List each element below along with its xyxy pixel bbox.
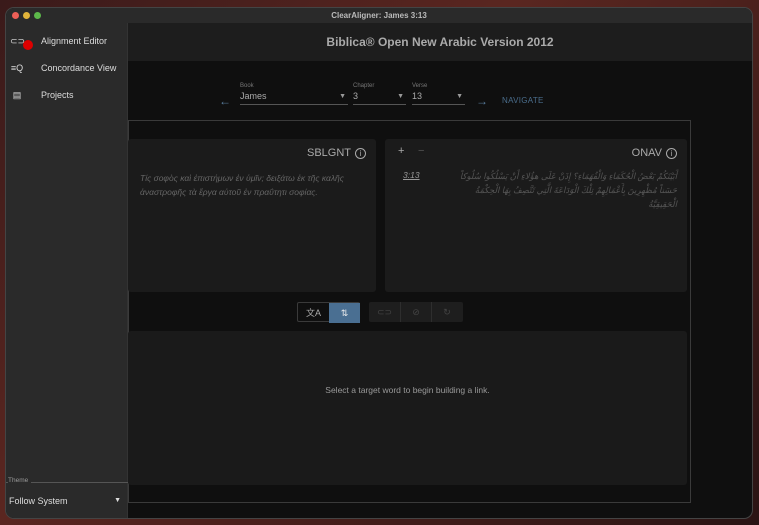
drawer-item-concordance-view[interactable]: ≡Q Concordance View (6, 55, 128, 81)
target-title: ONAV (631, 147, 662, 159)
chevron-down-icon: ▼ (339, 93, 346, 100)
theme-select[interactable]: Theme Follow System ▼ (6, 477, 128, 518)
previous-verse-arrow-icon[interactable]: ← (219, 94, 231, 108)
chapter-value: 3 (353, 91, 359, 101)
maximize-button[interactable] (34, 12, 41, 19)
theme-label: Theme (8, 477, 32, 484)
navigate-button[interactable]: NAVIGATE (502, 96, 544, 105)
window-title: ClearAligner: James 3:13 (331, 11, 427, 20)
next-verse-arrow-icon[interactable]: → (476, 94, 488, 108)
title-bar: ClearAligner: James 3:13 (6, 8, 752, 23)
source-text[interactable]: Τίς σοφὸς καὶ ἐπιστήμων ἐν ὑμῖν; δειξάτω… (140, 171, 362, 199)
book-select[interactable]: Book James ▼ (240, 83, 348, 105)
link-builder-panel: Select a target word to begin building a… (128, 331, 687, 485)
link-off-icon[interactable]: ⊘ (400, 302, 431, 322)
info-icon[interactable]: i (666, 148, 677, 159)
source-title: SBLGNT (306, 147, 351, 159)
drawer-item-label: Alignment Editor (41, 36, 108, 46)
verse-value: 13 (412, 91, 423, 101)
navigation-drawer: ⊂⊃ Alignment Editor ≡Q Concordance View … (6, 23, 128, 518)
drawer-item-label: Projects (41, 90, 74, 100)
book-value: James (240, 91, 267, 101)
chevron-down-icon: ▼ (114, 497, 121, 504)
verse-reference[interactable]: 3:13 (403, 170, 420, 180)
drawer-item-label: Concordance View (41, 63, 117, 73)
app-window: ClearAligner: James 3:13 Biblica® Open N… (5, 7, 753, 519)
link-builder-message: Select a target word to begin building a… (325, 385, 490, 395)
drawer-item-projects[interactable]: ▤ Projects (6, 82, 128, 108)
translate-icon[interactable]: 文A (298, 303, 329, 323)
drawer-item-alignment-editor[interactable]: ⊂⊃ Alignment Editor (6, 28, 128, 54)
close-button[interactable] (12, 12, 19, 19)
chapter-select[interactable]: Chapter 3 ▼ (353, 83, 406, 105)
target-panel: + − ONAV i 3:13 أَبَيْنَكُمْ بَعْضُ الْحُ… (385, 139, 687, 292)
verse-select[interactable]: Verse 13 ▼ (412, 83, 465, 105)
info-icon[interactable]: i (355, 148, 366, 159)
chevron-down-icon: ▼ (456, 93, 463, 100)
target-text[interactable]: أَبَيْنَكُمْ بَعْضُ الْحُكَمَاءِ وَالْفُ… (445, 169, 677, 211)
library-books-icon: ▤ (12, 90, 22, 100)
minimize-button[interactable] (23, 12, 30, 19)
link-add-icon[interactable]: ⊂⊃ (369, 302, 400, 322)
link-add-icon: ⊂⊃ (10, 36, 26, 46)
zoom-in-button[interactable]: + (398, 145, 404, 157)
search-list-icon: ≡Q (10, 63, 24, 73)
link-actions-group: ⊂⊃ ⊘ ↻ (369, 302, 463, 322)
swap-vertical-icon[interactable]: ⇅ (329, 303, 360, 323)
cursor-indicator (23, 40, 33, 50)
reset-icon[interactable]: ↻ (431, 302, 462, 322)
chevron-down-icon: ▼ (397, 93, 404, 100)
theme-value: Follow System (9, 496, 68, 506)
source-panel: SBLGNT i Τίς σοφὸς καὶ ἐπιστήμων ἐν ὑμῖν;… (128, 139, 376, 292)
view-toggle-group: 文A ⇅ (297, 302, 360, 323)
zoom-out-button[interactable]: − (418, 145, 424, 157)
